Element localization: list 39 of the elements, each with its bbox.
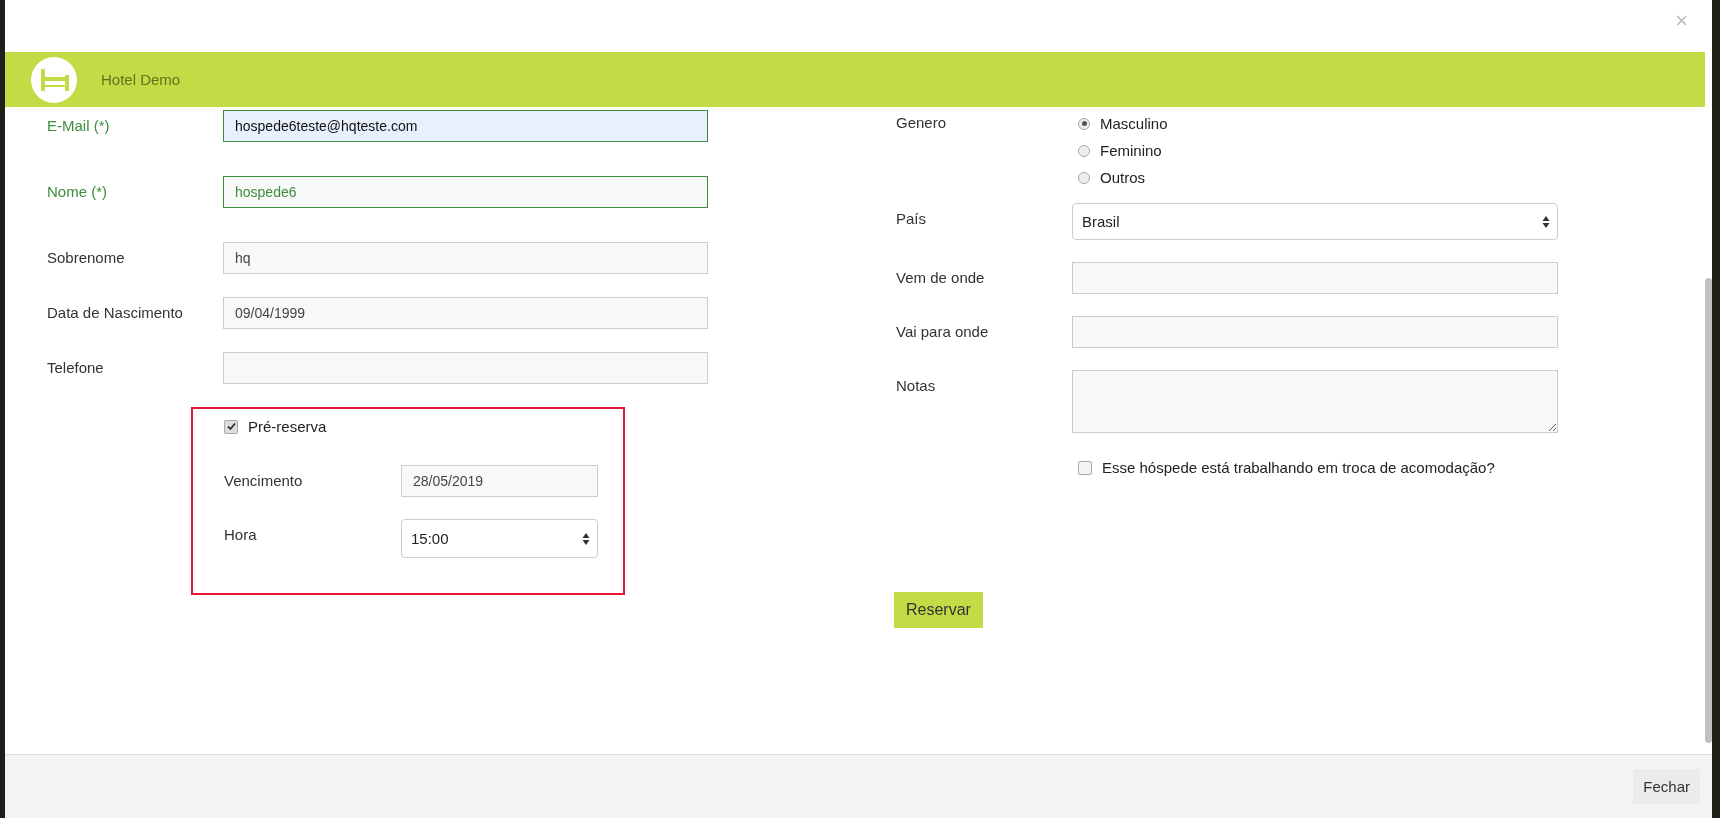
dropdown-arrows-icon: [582, 531, 590, 546]
radio-button[interactable]: [1078, 171, 1090, 184]
input-field[interactable]: hq: [223, 242, 708, 274]
field-label: E-Mail (*): [47, 116, 110, 134]
field-label: Hora: [224, 525, 257, 543]
radio-label: Outros: [1100, 169, 1145, 186]
field-label: Data de Nascimento: [47, 303, 183, 321]
select-field[interactable]: 15:00: [401, 519, 598, 558]
checkbox-label: Pré-reserva: [248, 418, 327, 435]
input-field[interactable]: hospede6: [223, 176, 708, 208]
field-label: Vem de onde: [896, 268, 985, 286]
field-label: Genero: [896, 113, 947, 131]
close-button[interactable]: Fechar: [1633, 769, 1700, 804]
field-label: Vai para onde: [896, 322, 989, 340]
input-field[interactable]: [1072, 316, 1558, 348]
field-label: País: [896, 209, 926, 227]
hotel-name: Hotel Demo: [101, 71, 181, 88]
logo-icon: [31, 56, 77, 103]
radio-button[interactable]: [1078, 117, 1090, 130]
field-label: Telefone: [47, 358, 104, 376]
radio-label: Masculino: [1100, 115, 1168, 132]
notes-field[interactable]: [1072, 370, 1558, 433]
checkbox[interactable]: [1078, 460, 1092, 475]
radio-button[interactable]: [1078, 144, 1090, 157]
select-field[interactable]: Brasil: [1072, 203, 1558, 240]
checkbox-label: Esse hóspede está trabalhando em troca de acomodação?: [1102, 459, 1495, 476]
input-field[interactable]: [1072, 262, 1558, 294]
checkbox[interactable]: [224, 419, 238, 434]
input-field[interactable]: 09/04/1999: [223, 297, 708, 329]
reserve-button[interactable]: Reservar: [894, 592, 983, 628]
field-label: Notas: [896, 376, 936, 394]
field-label: Vencimento: [224, 471, 303, 489]
field-label: Nome (*): [47, 182, 107, 200]
field-label: Sobrenome: [47, 248, 125, 266]
input-field[interactable]: 28/05/2019: [401, 465, 598, 497]
input-field[interactable]: hospede6teste@hqteste.com: [223, 110, 708, 142]
radio-label: Feminino: [1100, 142, 1162, 159]
dropdown-arrows-icon: [1542, 214, 1550, 229]
input-field[interactable]: [223, 352, 708, 384]
